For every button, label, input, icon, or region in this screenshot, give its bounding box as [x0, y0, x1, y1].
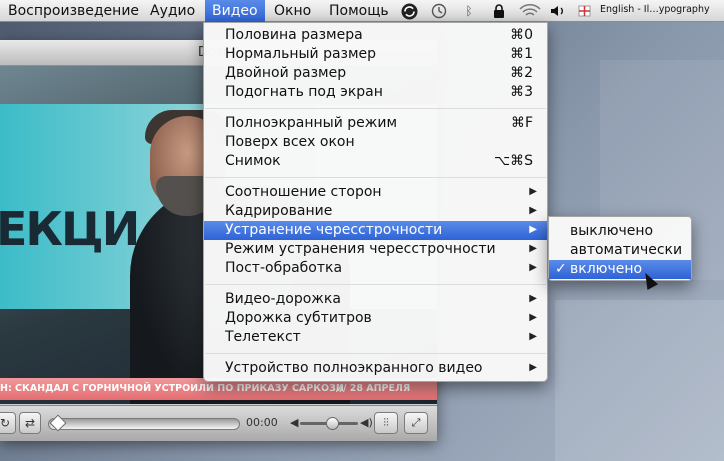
sync-icon[interactable]: [398, 0, 420, 22]
checkmark-icon: ✓: [555, 261, 567, 277]
seek-slider[interactable]: [48, 414, 240, 432]
submenu-arrow-icon: ▶: [529, 362, 537, 373]
playback-controls: ↻ ⇄ 00:00 ◀ ◀) ⫶⫶ ⤢: [0, 405, 437, 441]
menu-separator: [205, 353, 546, 354]
seek-knob[interactable]: [49, 414, 67, 432]
menu-playback[interactable]: Воспроизведение: [8, 2, 139, 20]
time-display: 00:00: [246, 416, 278, 429]
menu-audio[interactable]: Аудио: [150, 2, 195, 20]
submenu-arrow-icon: ▶: [529, 243, 537, 254]
menu-item-fullscreen[interactable]: Полноэкранный режим ⌘F: [204, 114, 547, 133]
time-machine-icon[interactable]: [428, 0, 450, 22]
equalizer-button[interactable]: ⫶⫶: [374, 412, 398, 434]
bluetooth-icon[interactable]: ᛒ: [460, 0, 478, 22]
studio-screen-text: ЕКЦИ: [0, 202, 140, 256]
menu-help[interactable]: Помощь: [329, 2, 389, 20]
repeat-button[interactable]: ↻: [0, 412, 16, 434]
fullscreen-button[interactable]: ⤢: [404, 412, 428, 434]
menu-item-float-on-top[interactable]: Поверх всех окон: [204, 133, 547, 152]
submenu-arrow-icon: ▶: [529, 331, 537, 342]
volume-low-icon: ◀: [290, 416, 299, 429]
video-menu-dropdown: Половина размера ⌘0 Нормальный размер ⌘1 Д…: [203, 22, 548, 382]
menu-item-aspect-ratio[interactable]: Соотношение сторон ▶: [204, 183, 547, 202]
submenu-item-on[interactable]: ✓ включено: [549, 260, 691, 279]
submenu-arrow-icon: ▶: [529, 312, 537, 323]
volume-high-icon: ◀): [360, 416, 373, 429]
keyboard-flag-icon[interactable]: [575, 0, 593, 22]
submenu-arrow-icon: ▶: [529, 262, 537, 273]
menu-item-snapshot[interactable]: Снимок ⌥⌘S: [204, 152, 547, 171]
submenu-arrow-icon: ▶: [529, 224, 537, 235]
menu-separator: [205, 108, 546, 109]
menu-item-teletext[interactable]: Телетекст ▶: [204, 328, 547, 347]
menu-window[interactable]: Окно: [274, 2, 311, 20]
desktop-wallpaper-shape: [555, 300, 724, 461]
menu-item-post-processing[interactable]: Пост-обработка ▶: [204, 259, 547, 278]
submenu-arrow-icon: ▶: [529, 186, 537, 197]
menu-separator: [205, 177, 546, 178]
deinterlace-submenu: выключено автоматически ✓ включено: [548, 216, 692, 281]
menu-item-normal-size[interactable]: Нормальный размер ⌘1: [204, 45, 547, 64]
menu-item-deinterlace[interactable]: Устранение чересстрочности ▶: [204, 221, 547, 240]
submenu-arrow-icon: ▶: [529, 293, 537, 304]
wifi-icon[interactable]: [518, 0, 542, 22]
submenu-item-auto[interactable]: автоматически: [549, 241, 691, 260]
ticker-text: Н: СКАНДАЛ С ГОРНИЧНОЙ УСТРОИЛИ ПО ПРИКА…: [0, 383, 344, 394]
menu-item-video-track[interactable]: Видео-дорожка ▶: [204, 290, 547, 309]
menu-item-subtitle-track[interactable]: Дорожка субтитров ▶: [204, 309, 547, 328]
submenu-item-off[interactable]: выключено: [549, 222, 691, 241]
input-source-label[interactable]: English - Il…ypography: [600, 4, 710, 15]
menu-bar: Воспроизведение Аудио Видео Окно Помощь …: [0, 0, 724, 22]
menu-item-fullscreen-device[interactable]: Устройство полноэкранного видео ▶: [204, 359, 547, 378]
ticker-date: /// 28 АПРЕЛЯ: [336, 383, 411, 394]
volume-knob[interactable]: [326, 417, 339, 430]
menu-item-deinterlace-mode[interactable]: Режим устранения чересстрочности ▶: [204, 240, 547, 259]
submenu-arrow-icon: ▶: [529, 205, 537, 216]
volume-slider[interactable]: [300, 417, 358, 430]
volume-icon[interactable]: [549, 0, 567, 22]
menu-item-half-size[interactable]: Половина размера ⌘0: [204, 26, 547, 45]
menu-item-crop[interactable]: Кадрирование ▶: [204, 202, 547, 221]
menu-separator: [205, 284, 546, 285]
menu-video[interactable]: Видео: [205, 0, 265, 22]
lock-icon[interactable]: [490, 0, 508, 22]
menu-item-double-size[interactable]: Двойной размер ⌘2: [204, 64, 547, 83]
shuffle-button[interactable]: ⇄: [19, 412, 41, 434]
menu-item-fit-screen[interactable]: Подогнать под экран ⌘3: [204, 83, 547, 102]
